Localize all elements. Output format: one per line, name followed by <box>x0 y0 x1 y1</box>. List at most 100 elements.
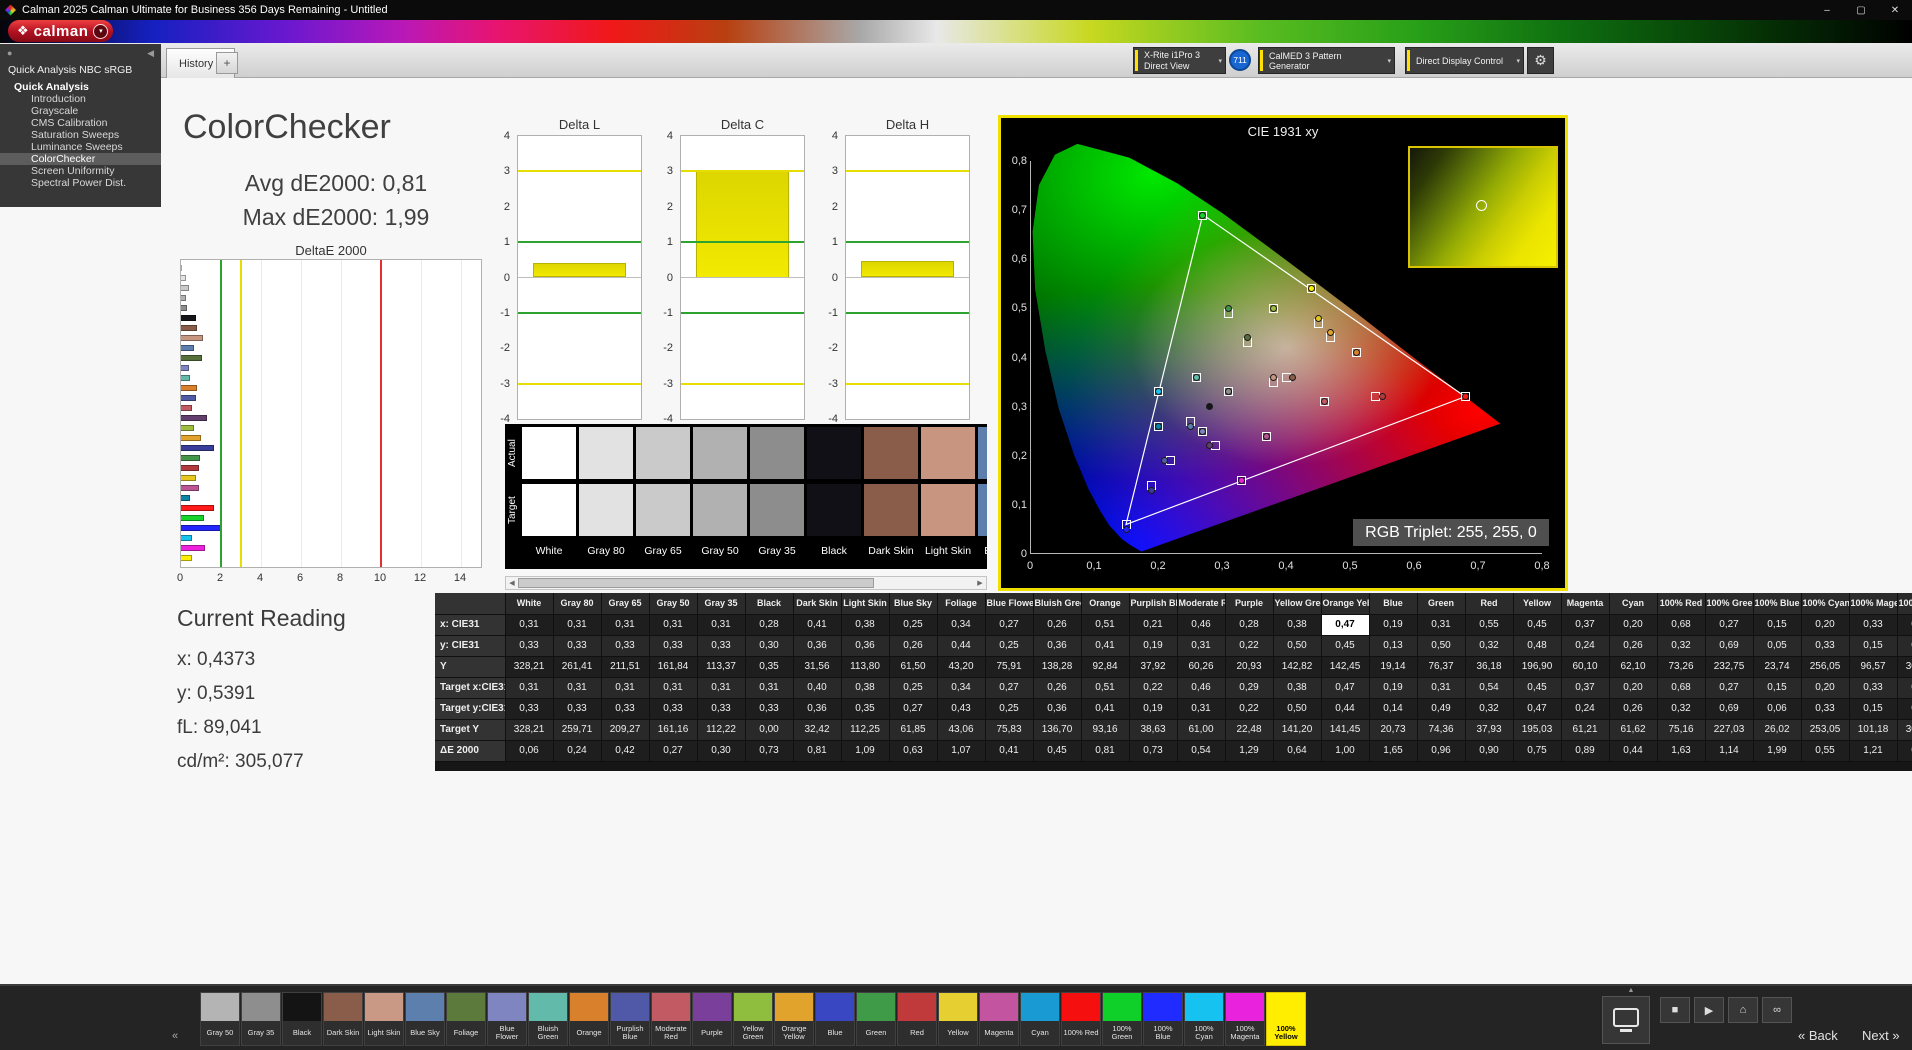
cell-target-x-cie31-gray-80[interactable]: 0,31 <box>553 677 602 699</box>
cell-y-purple[interactable]: 20,93 <box>1225 656 1274 678</box>
cell-x-cie31-orange-yellow-selected[interactable]: 0,47 <box>1321 614 1370 636</box>
cell-target-y-cie31-purple[interactable]: 0,22 <box>1225 698 1274 720</box>
cell-y-cie31-red[interactable]: 0,32 <box>1465 635 1514 657</box>
cell-target-y-light-skin[interactable]: 112,25 <box>841 719 890 741</box>
cell-target-y-cie31-yellow-green[interactable]: 0,50 <box>1273 698 1322 720</box>
cell-target-x-cie31-purple[interactable]: 0,29 <box>1225 677 1274 699</box>
cell-y-100-cyan[interactable]: 256,05 <box>1801 656 1850 678</box>
cell-target-x-cie31-red[interactable]: 0,54 <box>1465 677 1514 699</box>
sidebar-item-grayscale[interactable]: Grayscale <box>0 105 161 117</box>
patch-button-purple[interactable]: Purple <box>692 992 732 1046</box>
cell-e-2000-orange-yellow[interactable]: 1,00 <box>1321 740 1370 762</box>
panel-dot-icon[interactable]: ● <box>7 48 12 58</box>
sidebar-item-luminance-sweeps[interactable]: Luminance Sweeps <box>0 141 161 153</box>
cell-target-y-cie31-gray-80[interactable]: 0,33 <box>553 698 602 720</box>
cell-e-2000-bluish-green[interactable]: 0,45 <box>1033 740 1082 762</box>
patch-button-blue-sky[interactable]: Blue Sky <box>405 992 445 1046</box>
cell-y-dark-skin[interactable]: 31,56 <box>793 656 842 678</box>
cell-target-y-cie31-100-red[interactable]: 0,32 <box>1657 698 1706 720</box>
cell-y-cie31-gray-65[interactable]: 0,33 <box>601 635 650 657</box>
patch-button-orange[interactable]: Orange <box>569 992 609 1046</box>
cell-target-x-cie31-moderate-red[interactable]: 0,46 <box>1177 677 1226 699</box>
cell-e-2000-100-green[interactable]: 1,14 <box>1705 740 1754 762</box>
cell-y-moderate-red[interactable]: 60,26 <box>1177 656 1226 678</box>
cell-y-gray-65[interactable]: 211,51 <box>601 656 650 678</box>
patch-button-yellow-green[interactable]: Yellow Green <box>733 992 773 1046</box>
cell-target-y-cie31-red[interactable]: 0,32 <box>1465 698 1514 720</box>
cell-e-2000-yellow-green[interactable]: 0,64 <box>1273 740 1322 762</box>
cell-x-cie31-red[interactable]: 0,55 <box>1465 614 1514 636</box>
cell-target-y-foliage[interactable]: 43,06 <box>937 719 986 741</box>
cell-e-2000-magenta[interactable]: 0,89 <box>1561 740 1610 762</box>
cell-y-cie31-purple[interactable]: 0,22 <box>1225 635 1274 657</box>
cell-target-y-cie31-100-yellow[interactable]: 0,54 <box>1897 698 1912 720</box>
cell-y-yellow[interactable]: 196,90 <box>1513 656 1562 678</box>
cell-e-2000-black[interactable]: 0,73 <box>745 740 794 762</box>
sidebar-item-quick-analysis[interactable]: Quick Analysis <box>0 81 161 93</box>
cell-target-y-cie31-orange[interactable]: 0,41 <box>1081 698 1130 720</box>
sidebar-item-cms-calibration[interactable]: CMS Calibration <box>0 117 161 129</box>
cell-target-y-cie31-gray-35[interactable]: 0,33 <box>697 698 746 720</box>
cell-e-2000-gray-35[interactable]: 0,30 <box>697 740 746 762</box>
cell-x-cie31-yellow[interactable]: 0,45 <box>1513 614 1562 636</box>
swatch-scrollbar[interactable]: ◀ ▶ <box>505 576 987 590</box>
cell-target-y-cie31-dark-skin[interactable]: 0,36 <box>793 698 842 720</box>
cell-target-y-bluish-green[interactable]: 136,70 <box>1033 719 1082 741</box>
swatch-scroll-left-icon[interactable]: « <box>172 1030 178 1042</box>
patch-button-100-red[interactable]: 100% Red <box>1061 992 1101 1046</box>
cell-target-y-cie31-100-green[interactable]: 0,69 <box>1705 698 1754 720</box>
cell-y-orange[interactable]: 92,84 <box>1081 656 1130 678</box>
pattern-generator-selector[interactable]: CalMED 3 Pattern Generator ▾ <box>1258 47 1395 74</box>
cell-e-2000-gray-65[interactable]: 0,42 <box>601 740 650 762</box>
cell-y-cie31-100-yellow[interactable]: 0,54 <box>1897 635 1912 657</box>
cell-target-y-100-green[interactable]: 227,03 <box>1705 719 1754 741</box>
cell-target-y-gray-65[interactable]: 209,27 <box>601 719 650 741</box>
cell-y-cie31-dark-skin[interactable]: 0,36 <box>793 635 842 657</box>
cell-e-2000-cyan[interactable]: 0,44 <box>1609 740 1658 762</box>
patch-button-green[interactable]: Green <box>856 992 896 1046</box>
cell-target-x-cie31-gray-65[interactable]: 0,31 <box>601 677 650 699</box>
cell-y-cie31-orange-yellow[interactable]: 0,45 <box>1321 635 1370 657</box>
cell-x-cie31-100-cyan[interactable]: 0,20 <box>1801 614 1850 636</box>
cell-target-y-cie31-light-skin[interactable]: 0,35 <box>841 698 890 720</box>
cell-e-2000-gray-80[interactable]: 0,24 <box>553 740 602 762</box>
cell-target-x-cie31-100-green[interactable]: 0,27 <box>1705 677 1754 699</box>
cell-y-cie31-100-red[interactable]: 0,32 <box>1657 635 1706 657</box>
cell-e-2000-gray-50[interactable]: 0,27 <box>649 740 698 762</box>
cell-x-cie31-green[interactable]: 0,31 <box>1417 614 1466 636</box>
cell-target-y-cie31-gray-65[interactable]: 0,33 <box>601 698 650 720</box>
close-button[interactable]: ✕ <box>1878 0 1912 20</box>
cell-e-2000-blue[interactable]: 1,65 <box>1369 740 1418 762</box>
cell-target-y-blue-flower[interactable]: 75,83 <box>985 719 1034 741</box>
sidebar-item-saturation-sweeps[interactable]: Saturation Sweeps <box>0 129 161 141</box>
cell-e-2000-100-cyan[interactable]: 0,55 <box>1801 740 1850 762</box>
patch-button-yellow[interactable]: Yellow <box>938 992 978 1046</box>
cell-target-y-100-yellow[interactable]: 302,19 <box>1897 719 1912 741</box>
scroll-left-arrow-icon[interactable]: ◀ <box>506 577 518 589</box>
cell-x-cie31-dark-skin[interactable]: 0,41 <box>793 614 842 636</box>
cell-target-y-100-magenta[interactable]: 101,18 <box>1849 719 1898 741</box>
cell-target-y-100-cyan[interactable]: 253,05 <box>1801 719 1850 741</box>
cell-target-y-moderate-red[interactable]: 61,00 <box>1177 719 1226 741</box>
cell-x-cie31-bluish-green[interactable]: 0,26 <box>1033 614 1082 636</box>
cell-e-2000-blue-sky[interactable]: 0,63 <box>889 740 938 762</box>
cell-y-cie31-cyan[interactable]: 0,26 <box>1609 635 1658 657</box>
cell-target-x-cie31-blue[interactable]: 0,19 <box>1369 677 1418 699</box>
cell-y-cie31-foliage[interactable]: 0,44 <box>937 635 986 657</box>
cell-target-y-cie31-moderate-red[interactable]: 0,31 <box>1177 698 1226 720</box>
patch-button-gray-35[interactable]: Gray 35 <box>241 992 281 1046</box>
cell-target-y-cie31-black[interactable]: 0,33 <box>745 698 794 720</box>
sidebar-item-screen-uniformity[interactable]: Screen Uniformity <box>0 165 161 177</box>
cell-target-x-cie31-100-red[interactable]: 0,68 <box>1657 677 1706 699</box>
cell-target-y-purple[interactable]: 22,48 <box>1225 719 1274 741</box>
cell-e-2000-100-blue[interactable]: 1,99 <box>1753 740 1802 762</box>
cell-target-y-orange-yellow[interactable]: 141,45 <box>1321 719 1370 741</box>
cell-target-x-cie31-100-yellow[interactable]: 0,44 <box>1897 677 1912 699</box>
cell-y-gray-80[interactable]: 261,41 <box>553 656 602 678</box>
cell-target-y-cie31-gray-50[interactable]: 0,33 <box>649 698 698 720</box>
cell-y-gray-50[interactable]: 161,84 <box>649 656 698 678</box>
cell-x-cie31-blue-flower[interactable]: 0,27 <box>985 614 1034 636</box>
cell-target-y-blue-sky[interactable]: 61,85 <box>889 719 938 741</box>
cell-target-x-cie31-blue-flower[interactable]: 0,27 <box>985 677 1034 699</box>
patch-button-gray-50[interactable]: Gray 50 <box>200 992 240 1046</box>
